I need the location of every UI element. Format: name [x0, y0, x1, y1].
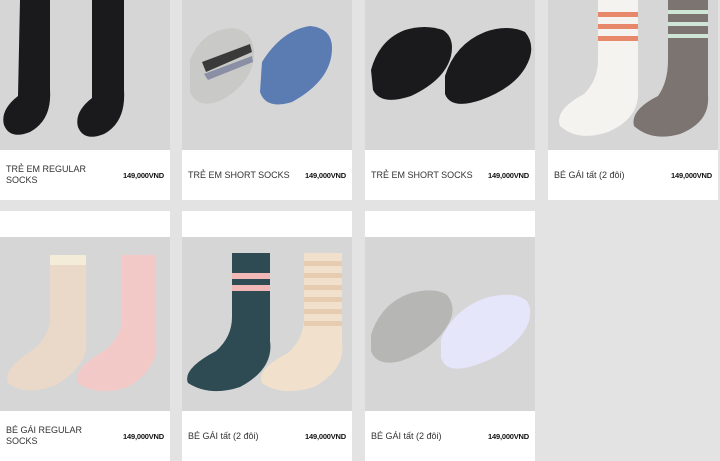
product-price: 149,000VND	[488, 431, 529, 441]
card-top-space	[0, 211, 170, 237]
product-image[interactable]	[365, 0, 535, 150]
product-card[interactable]: TRẺ EM SHORT SOCKS 149,000VND	[182, 0, 352, 200]
girls-teal-striped-socks-image	[187, 253, 343, 392]
card-top-space	[182, 211, 352, 237]
product-image[interactable]	[548, 0, 718, 150]
product-card[interactable]: TRẺ EM SHORT SOCKS 149,000VND	[365, 0, 535, 200]
striped-short-socks-image	[190, 26, 332, 105]
black-short-socks-image	[371, 27, 532, 104]
product-image[interactable]	[182, 0, 352, 150]
product-name[interactable]: TRẺ EM SHORT SOCKS	[188, 170, 290, 181]
product-image[interactable]	[0, 237, 170, 411]
product-card[interactable]: BÉ GÁI REGULAR SOCKS 149,000VND	[0, 211, 170, 461]
card-top-space	[365, 211, 535, 237]
product-name[interactable]: BÉ GÁI tất (2 đôi)	[371, 431, 442, 442]
product-price: 149,000VND	[123, 170, 164, 180]
product-card[interactable]: BÉ GÁI tất (2 đôi) 149,000VND	[365, 211, 535, 461]
product-image[interactable]	[182, 237, 352, 411]
product-name[interactable]: TRẺ EM SHORT SOCKS	[371, 170, 473, 181]
product-card[interactable]: TRẺ EM REGULAR SOCKS 149,000VND	[0, 0, 170, 200]
gingham-regular-socks-image	[7, 255, 157, 392]
product-price: 149,000VND	[123, 431, 164, 441]
product-name[interactable]: BÉ GÁI tất (2 đôi)	[188, 431, 259, 442]
product-image[interactable]	[0, 0, 170, 150]
product-name[interactable]: BÉ GÁI tất (2 đôi)	[554, 170, 625, 181]
black-regular-socks-image	[3, 0, 125, 137]
product-price: 149,000VND	[305, 431, 346, 441]
product-price: 149,000VND	[488, 170, 529, 180]
product-price: 149,000VND	[671, 170, 712, 180]
product-card[interactable]: BÉ GÁI tất (2 đôi) 149,000VND	[548, 0, 718, 200]
girls-striped-socks-image	[559, 0, 709, 137]
product-name[interactable]: TRẺ EM REGULAR SOCKS	[6, 164, 116, 186]
girls-short-socks-image	[371, 290, 531, 369]
product-name[interactable]: BÉ GÁI REGULAR SOCKS	[6, 425, 116, 447]
product-card[interactable]: BÉ GÁI tất (2 đôi) 149,000VND	[182, 211, 352, 461]
product-image[interactable]	[365, 237, 535, 411]
product-price: 149,000VND	[305, 170, 346, 180]
